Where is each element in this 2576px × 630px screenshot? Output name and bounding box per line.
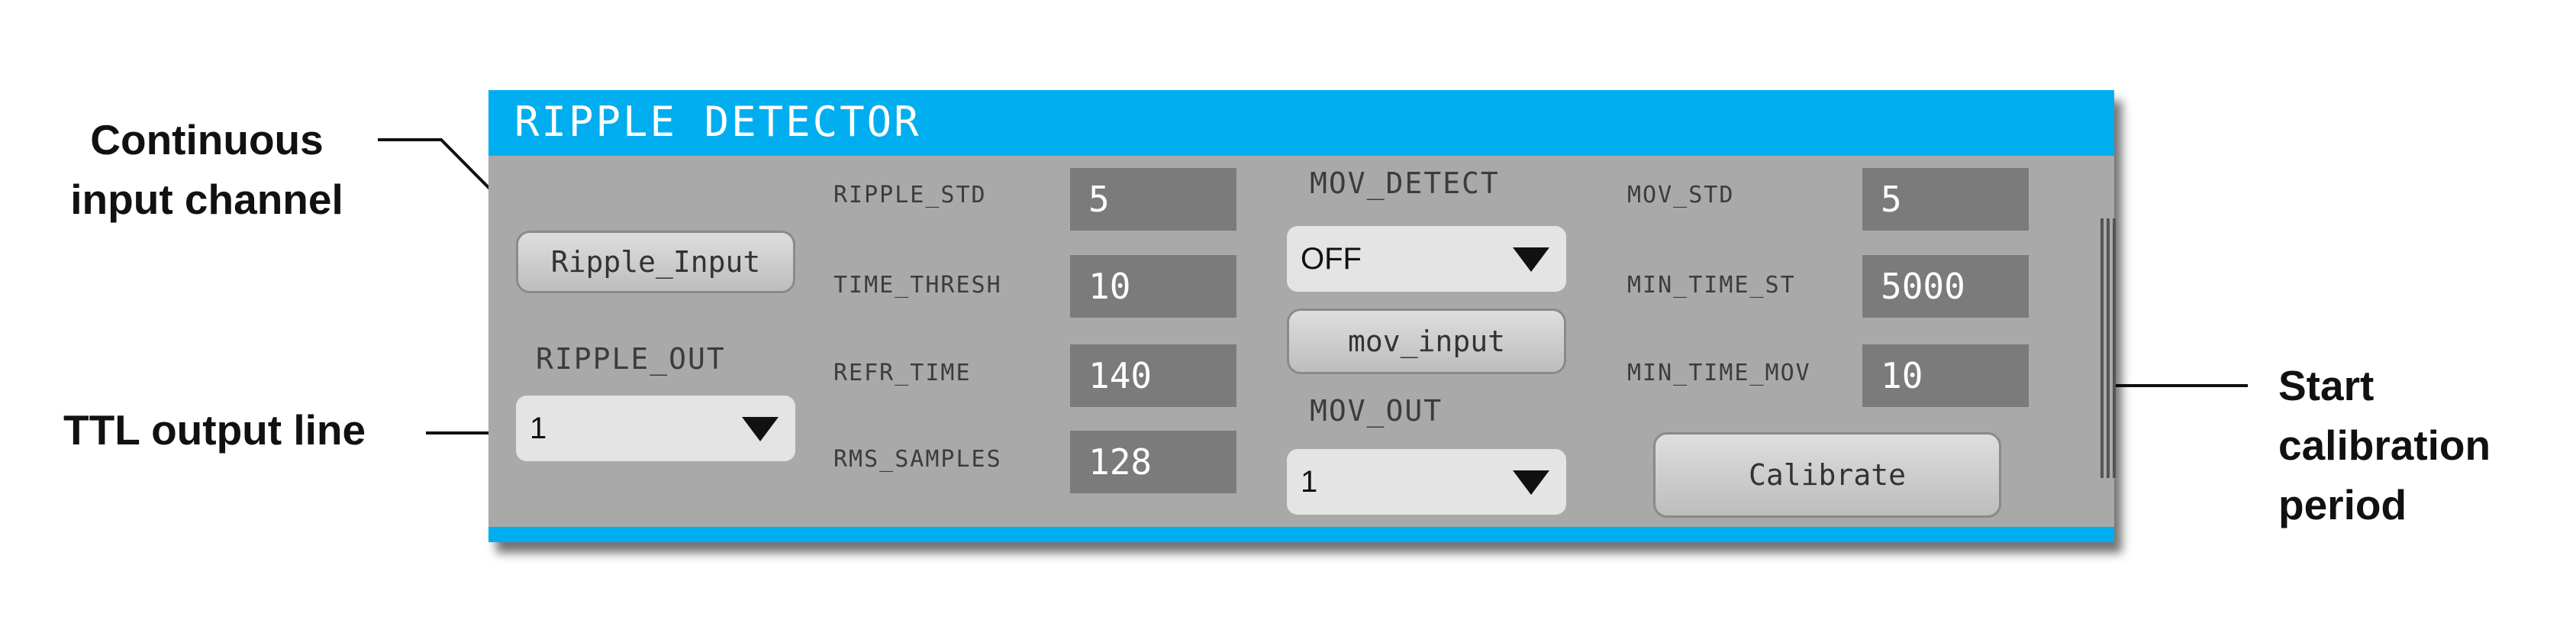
mov-out-dropdown[interactable]: 1 [1287, 449, 1566, 515]
param-value-refr-time[interactable]: 140 [1070, 344, 1236, 407]
calibrate-button[interactable]: Calibrate [1653, 432, 2001, 518]
param-label-min-time-mov: MIN_TIME_MOV [1627, 360, 1811, 386]
callout-start-line1: Start [2278, 362, 2374, 409]
param-label-min-time-st: MIN_TIME_ST [1627, 272, 1796, 299]
param-label-refr-time: REFR_TIME [833, 360, 972, 386]
param-value-time-thresh[interactable]: 10 [1070, 255, 1236, 318]
ripple-out-dropdown[interactable]: 1 [516, 396, 795, 461]
callout-continuous-line2: input channel [70, 176, 343, 223]
param-label-ripple-std: RIPPLE_STD [833, 182, 987, 208]
param-label-rms-samples: RMS_SAMPLES [833, 446, 1002, 473]
chevron-down-icon [1513, 247, 1549, 272]
ripple-input-button[interactable]: Ripple_Input [516, 231, 795, 293]
panel-title-bar: RIPPLE DETECTOR [488, 90, 2114, 156]
callout-start-line2: calibration [2278, 422, 2491, 469]
mov-out-label: MOV_OUT [1310, 394, 1443, 428]
param-value-mov-std[interactable]: 5 [1862, 168, 2029, 231]
mov-detect-value: OFF [1301, 242, 1362, 276]
scrollbar[interactable] [2100, 218, 2119, 478]
chevron-down-icon [1513, 470, 1549, 495]
callout-ttl-output: TTL output line [63, 406, 366, 454]
mov-input-button[interactable]: mov_input [1287, 309, 1566, 374]
param-label-mov-std: MOV_STD [1627, 182, 1735, 208]
ripple-out-value: 1 [530, 412, 547, 445]
mov-detect-label: MOV_DETECT [1310, 166, 1500, 200]
ripple-out-label: RIPPLE_OUT [536, 342, 726, 376]
param-value-rms-samples[interactable]: 128 [1070, 431, 1236, 493]
panel-bottom-bar [488, 527, 2114, 542]
mov-detect-dropdown[interactable]: OFF [1287, 226, 1566, 292]
scrollbar-line [2107, 218, 2110, 478]
callout-start-calibration: Start calibration period [2278, 356, 2491, 535]
param-value-ripple-std[interactable]: 5 [1070, 168, 1236, 231]
ripple-detector-panel: RIPPLE DETECTOR Ripple_Input RIPPLE_OUT … [488, 90, 2116, 542]
scrollbar-line [2100, 218, 2104, 478]
callout-continuous-line1: Continuous [90, 116, 324, 163]
mov-out-value: 1 [1301, 465, 1318, 499]
chevron-down-icon [742, 417, 779, 441]
panel-title: RIPPLE DETECTOR [514, 98, 921, 146]
callout-continuous-input: Continuous input channel [50, 110, 363, 229]
param-value-min-time-mov[interactable]: 10 [1862, 344, 2029, 407]
callout-start-line3: period [2278, 481, 2407, 528]
scrollbar-line [2113, 218, 2116, 478]
param-value-min-time-st[interactable]: 5000 [1862, 255, 2029, 318]
param-label-time-thresh: TIME_THRESH [833, 272, 1002, 299]
